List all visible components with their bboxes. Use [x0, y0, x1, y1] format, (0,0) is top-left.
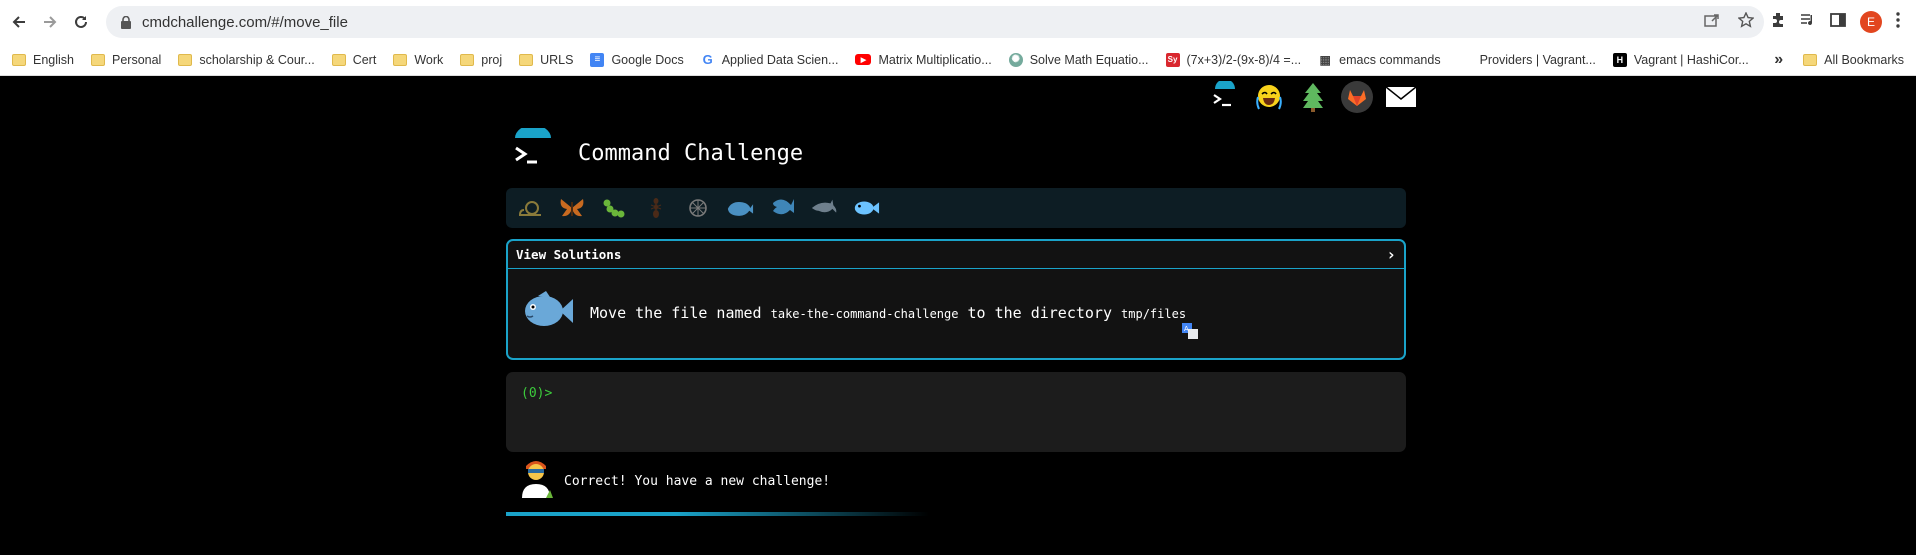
bookmark-matrix-multiplication[interactable]: ▶ Matrix Multiplicatio...	[855, 53, 992, 67]
forward-icon[interactable]	[35, 7, 65, 37]
challenge-task: Move the file named take-the-command-cha…	[590, 304, 1186, 322]
snail-icon[interactable]	[516, 194, 544, 222]
challenge-panel: View Solutions › Move the file named tak…	[506, 239, 1406, 360]
fish-icon	[520, 290, 574, 337]
reload-icon[interactable]	[66, 7, 96, 37]
bookmarks-overflow-button[interactable]: »	[1774, 51, 1783, 69]
fish-icon[interactable]	[852, 194, 880, 222]
side-panel-icon[interactable]	[1830, 12, 1846, 33]
level-bar	[506, 188, 1406, 228]
view-solutions-header[interactable]: View Solutions ›	[508, 241, 1404, 269]
bookmark-solve-math[interactable]: ✺ Solve Math Equatio...	[1008, 52, 1149, 67]
bookmark-urls[interactable]: URLS	[519, 53, 573, 67]
bookmark-scholarship[interactable]: scholarship & Cour...	[178, 53, 315, 67]
back-icon[interactable]	[4, 7, 34, 37]
bookmark-emacs[interactable]: ▦ emacs commands	[1318, 52, 1441, 67]
view-solutions-label[interactable]: View Solutions	[516, 247, 621, 262]
grid-icon: ▦	[1318, 52, 1333, 67]
address-bar[interactable]: cmdchallenge.com/#/move_file	[106, 6, 1764, 38]
all-bookmarks-button[interactable]: All Bookmarks	[1803, 53, 1904, 67]
whale-icon[interactable]	[726, 194, 754, 222]
bookmark-personal[interactable]: Personal	[91, 53, 161, 67]
bookmarks-bar: English Personal scholarship & Cour... C…	[0, 44, 1916, 76]
youtube-icon: ▶	[855, 54, 872, 65]
command-challenge-logo-icon	[508, 125, 558, 178]
mascot-icon	[518, 458, 554, 505]
folder-icon	[1803, 54, 1818, 66]
translate-icon[interactable]: A	[1182, 323, 1198, 339]
google-docs-icon: ≡	[590, 52, 605, 67]
google-icon: G	[700, 52, 715, 67]
butterfly-icon[interactable]	[558, 194, 586, 222]
progress-fill	[506, 512, 929, 516]
bookmark-applied-data-science[interactable]: G Applied Data Scien...	[700, 52, 838, 67]
chevron-right-icon[interactable]: ›	[1386, 245, 1396, 264]
bookmark-cert[interactable]: Cert	[331, 53, 376, 67]
lock-icon[interactable]	[118, 15, 134, 29]
folder-icon	[460, 53, 475, 66]
bookmark-work[interactable]: Work	[393, 53, 443, 67]
result-message: Correct! You have a new challenge!	[564, 474, 831, 489]
svg-text:A: A	[1184, 326, 1189, 333]
bookmark-google-docs[interactable]: ≡ Google Docs	[590, 52, 684, 67]
extensions-icon[interactable]	[1770, 12, 1786, 33]
gitlab-icon[interactable]	[1340, 80, 1374, 114]
browser-toolbar: cmdchallenge.com/#/move_file E	[0, 0, 1916, 44]
star-icon[interactable]	[1737, 10, 1755, 33]
folder-icon	[178, 53, 193, 66]
symbolab-icon: Sy	[1165, 52, 1180, 67]
folder-icon	[519, 53, 534, 66]
hashicorp-icon: H	[1612, 52, 1627, 67]
ant-icon[interactable]	[642, 194, 670, 222]
media-icon[interactable]	[1800, 12, 1816, 33]
bookmark-providers-vagrant[interactable]: Providers | Vagrant...	[1480, 53, 1596, 67]
chatgpt-icon: ✺	[1008, 52, 1023, 67]
mail-icon[interactable]	[1384, 80, 1418, 114]
bookmark-english[interactable]: English	[12, 53, 74, 67]
bookmark-symbolab[interactable]: Sy (7x+3)/2-(9x-8)/4 =...	[1165, 52, 1301, 67]
folder-icon	[393, 53, 408, 66]
bookmark-proj[interactable]: proj	[460, 53, 502, 67]
page-content: Command Challenge View Solutions › Move …	[0, 76, 1916, 555]
task-directory: tmp/files	[1121, 307, 1187, 321]
dolphin-icon[interactable]	[810, 194, 838, 222]
shell-icon[interactable]	[684, 194, 712, 222]
menu-kebab-icon[interactable]	[1896, 11, 1900, 33]
shark-icon[interactable]	[768, 194, 796, 222]
page-title: Command Challenge	[578, 140, 804, 166]
caterpillar-icon[interactable]	[600, 194, 628, 222]
profile-avatar[interactable]: E	[1860, 11, 1882, 33]
result-row: Correct! You have a new challenge!	[518, 458, 830, 505]
laughing-emoji-icon[interactable]	[1252, 80, 1286, 114]
folder-icon	[12, 53, 26, 66]
progress-bar	[506, 512, 1406, 516]
task-prefix: Move the file named	[590, 304, 762, 322]
header-icons	[1208, 80, 1418, 114]
terminal-logo-icon[interactable]	[1208, 80, 1242, 114]
terminal-input[interactable]: (0)>	[506, 372, 1406, 452]
bookmark-vagrant-hashicorp[interactable]: H Vagrant | HashiCor...	[1612, 52, 1749, 67]
terminal-prompt: (0)>	[521, 386, 553, 401]
share-icon[interactable]	[1704, 12, 1720, 33]
folder-icon	[331, 53, 346, 66]
folder-icon	[91, 53, 105, 66]
task-filename: take-the-command-challenge	[770, 307, 959, 321]
title-row: Command Challenge	[508, 125, 804, 178]
url-text[interactable]: cmdchallenge.com/#/move_file	[142, 14, 348, 31]
tree-icon[interactable]	[1296, 80, 1330, 114]
task-middle: to the directory	[967, 304, 1113, 322]
